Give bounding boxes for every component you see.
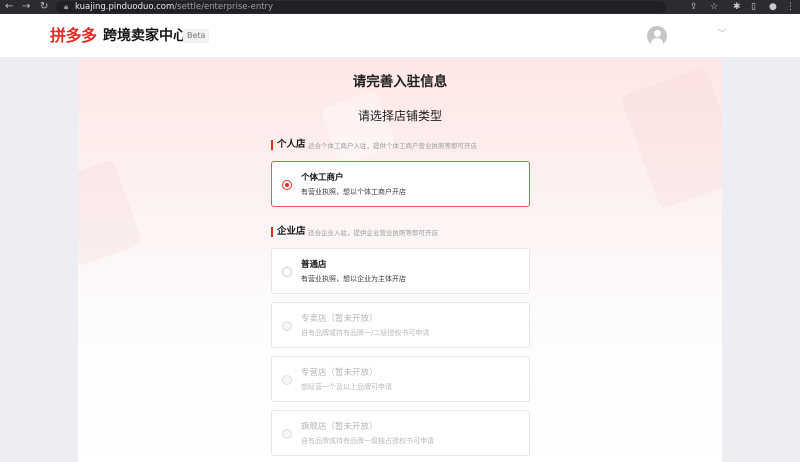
pinduoduo-logo[interactable]: 拼多多 — [50, 26, 97, 46]
option-title: 专营店（暂未开放） — [301, 368, 378, 378]
option-title: 普通店 — [301, 260, 327, 270]
option-standard-store[interactable]: 普通店 有营业执照，想以企业为主体开店 — [271, 248, 530, 294]
back-arrow-icon[interactable]: ← — [5, 1, 13, 13]
side-panel-icon[interactable]: ▯ — [751, 1, 756, 13]
reload-icon[interactable]: ↻ — [40, 1, 48, 13]
section-accent-bar — [271, 227, 273, 237]
forward-arrow-icon[interactable]: → — [22, 1, 30, 13]
background-decoration — [78, 158, 144, 268]
radio-button — [282, 375, 292, 385]
radio-button — [282, 429, 292, 439]
share-icon[interactable]: ⇪ — [690, 1, 698, 13]
extensions-icon[interactable]: ✱ — [733, 1, 741, 13]
section-enterprise: 企业店 适合企业入驻，提供企业营业执照等即可开店 — [271, 226, 531, 238]
section-personal: 个人店 适合个体工商户入驻，提供个体工商户营业执照等即可开店 — [271, 139, 531, 151]
radio-button[interactable] — [282, 267, 292, 277]
page-title: 请完善入驻信息 — [352, 74, 448, 90]
user-avatar-icon[interactable] — [647, 26, 667, 46]
avatar-head — [654, 30, 661, 37]
option-description: 有营业执照，想以个体工商户开店 — [301, 188, 406, 196]
app-title: 跨境卖家中心 — [103, 28, 187, 44]
avatar-body — [651, 38, 663, 46]
lock-icon: 🔒︎ — [64, 2, 69, 11]
option-title: 专卖店（暂未开放） — [301, 314, 378, 324]
option-title: 个体工商户 — [301, 173, 344, 183]
option-exclusive-store: 专卖店（暂未开放） 自有品牌或持有品牌一/二级授权书可申请 — [271, 302, 530, 348]
radio-selected-dot — [285, 183, 289, 187]
app-header: 拼多多 跨境卖家中心 Beta ﹀ — [0, 14, 800, 58]
option-title: 旗舰店（暂未开放） — [301, 422, 378, 432]
section-description: 适合个体工商户入驻，提供个体工商户营业执照等即可开店 — [308, 142, 477, 150]
browser-chrome: ← → ↻ 🔒︎ kuajing.pinduoduo.com/settle/en… — [0, 0, 800, 14]
section-description: 适合企业入驻，提供企业营业执照等即可开店 — [308, 229, 438, 237]
option-flagship-store: 旗舰店（暂未开放） 自有品牌或持有品牌一级独占授权书可申请 — [271, 410, 530, 456]
option-description: 想经营一个及以上品牌可申请 — [301, 383, 392, 391]
store-type-heading: 请选择店铺类型 — [357, 109, 442, 123]
option-description: 自有品牌或持有品牌一级独占授权书可申请 — [301, 437, 434, 445]
radio-button — [282, 321, 292, 331]
section-title: 企业店 — [277, 226, 306, 237]
browser-menu-icon[interactable]: ⋮ — [786, 1, 795, 13]
option-description: 自有品牌或持有品牌一/二级授权书可申请 — [301, 329, 430, 337]
profile-icon[interactable]: ● — [769, 1, 777, 13]
beta-badge: Beta — [183, 29, 210, 43]
background-decoration — [319, 89, 397, 167]
section-accent-bar — [271, 140, 273, 150]
radio-button[interactable] — [282, 180, 292, 190]
option-individual-business[interactable]: 个体工商户 有营业执照，想以个体工商户开店 — [271, 161, 530, 207]
bookmark-star-icon[interactable]: ☆ — [710, 1, 718, 13]
chevron-down-icon[interactable]: ﹀ — [718, 29, 726, 39]
option-specialty-store: 专营店（暂未开放） 想经营一个及以上品牌可申请 — [271, 356, 530, 402]
url-text[interactable]: kuajing.pinduoduo.com/settle/enterprise-… — [75, 1, 273, 13]
section-title: 个人店 — [277, 139, 306, 150]
option-description: 有营业执照，想以企业为主体开店 — [301, 275, 406, 283]
